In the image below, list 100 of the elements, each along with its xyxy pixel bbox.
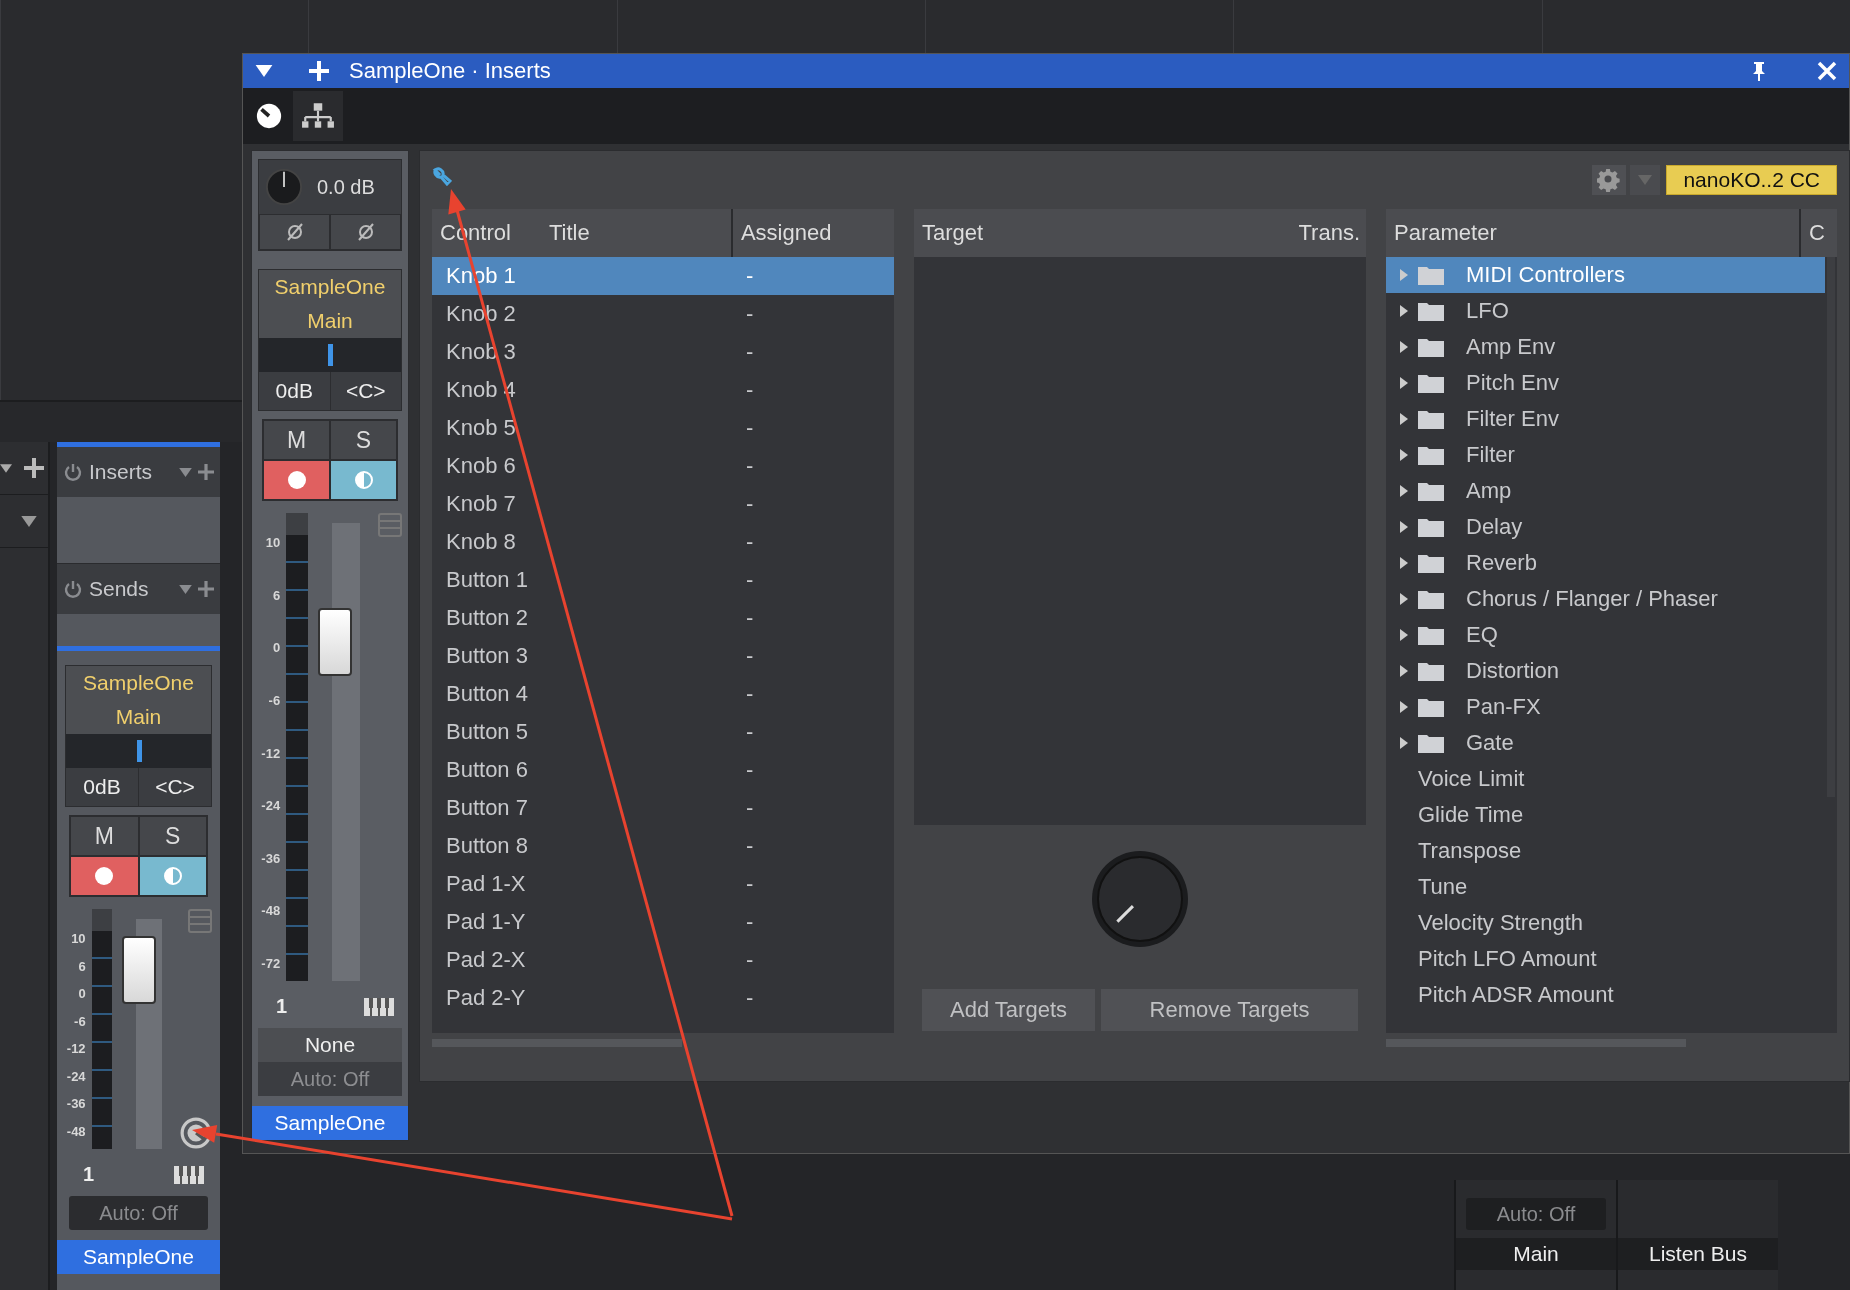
- tree-item[interactable]: Amp: [1386, 473, 1825, 509]
- plus-icon[interactable]: [309, 61, 329, 81]
- automation-mode[interactable]: Auto: Off: [1466, 1198, 1606, 1230]
- disclosure-triangle-icon[interactable]: [1400, 341, 1408, 353]
- tree-item[interactable]: Delay: [1386, 509, 1825, 545]
- tree-item[interactable]: Tune: [1386, 869, 1825, 905]
- channel-name[interactable]: SampleOne: [252, 1106, 408, 1140]
- device-selector[interactable]: nanoKO..2 CC: [1666, 165, 1837, 195]
- target-button[interactable]: Add Targets: [922, 989, 1095, 1031]
- column-header[interactable]: Target: [914, 220, 984, 246]
- tree-item[interactable]: Filter: [1386, 437, 1825, 473]
- tree-item[interactable]: Velocity Strength: [1386, 905, 1825, 941]
- disclosure-triangle-icon[interactable]: [1400, 521, 1408, 533]
- control-row[interactable]: Button 4 -: [432, 675, 894, 713]
- disclosure-triangle-icon[interactable]: [1400, 449, 1408, 461]
- tree-item[interactable]: Glide Time: [1386, 797, 1825, 833]
- pan-indicator[interactable]: [136, 740, 142, 762]
- tree-item[interactable]: EQ: [1386, 617, 1825, 653]
- control-row[interactable]: Knob 8 -: [432, 523, 894, 561]
- plus-icon[interactable]: [198, 464, 214, 480]
- channel-name[interactable]: Listen Bus: [1618, 1238, 1778, 1270]
- disclosure-triangle-icon[interactable]: [1400, 557, 1408, 569]
- control-row[interactable]: Knob 5 -: [432, 409, 894, 447]
- output-destination[interactable]: Main: [259, 304, 401, 338]
- channel-name[interactable]: SampleOne: [57, 1240, 220, 1274]
- caret-down-icon[interactable]: [20, 515, 38, 527]
- pan-slider[interactable]: [259, 338, 401, 372]
- caret-down-icon[interactable]: [0, 463, 12, 473]
- plus-icon[interactable]: [24, 458, 44, 478]
- control-row[interactable]: Pad 1-Y -: [432, 903, 894, 941]
- control-row[interactable]: Button 7 -: [432, 789, 894, 827]
- control-row[interactable]: Knob 6 -: [432, 447, 894, 485]
- horizontal-scrollbar[interactable]: [432, 1039, 682, 1047]
- disclosure-triangle-icon[interactable]: [1400, 701, 1408, 713]
- tree-item[interactable]: Distortion: [1386, 653, 1825, 689]
- control-row[interactable]: Button 2 -: [432, 599, 894, 637]
- tree-item[interactable]: Voice Limit: [1386, 761, 1825, 797]
- input-source[interactable]: None: [258, 1028, 402, 1062]
- channel-name[interactable]: Main: [1456, 1238, 1616, 1270]
- knob-icon[interactable]: [255, 102, 283, 130]
- monitor-button[interactable]: [138, 856, 207, 896]
- solo-button[interactable]: S: [138, 816, 207, 856]
- plus-icon[interactable]: [198, 581, 214, 597]
- caret-down-icon[interactable]: [179, 584, 192, 594]
- power-icon[interactable]: [63, 462, 83, 482]
- tree-item[interactable]: Chorus / Flanger / Phaser: [1386, 581, 1825, 617]
- disclosure-triangle-icon[interactable]: [1400, 665, 1408, 677]
- piano-keys-icon[interactable]: [172, 1164, 206, 1185]
- disclosure-triangle-icon[interactable]: [1400, 305, 1408, 317]
- tree-item[interactable]: Reverb: [1386, 545, 1825, 581]
- column-header[interactable]: Trans.: [1298, 220, 1366, 246]
- control-row[interactable]: Button 5 -: [432, 713, 894, 751]
- settings-button[interactable]: [1592, 165, 1627, 195]
- disclosure-triangle-icon[interactable]: [1400, 737, 1408, 749]
- disclosure-triangle-icon[interactable]: [1400, 629, 1408, 641]
- control-row[interactable]: Knob 7 -: [432, 485, 894, 523]
- phase-invert-button[interactable]: [259, 214, 330, 250]
- tree-item[interactable]: Gate: [1386, 725, 1825, 761]
- tree-item[interactable]: MIDI Controllers: [1386, 257, 1825, 293]
- disclosure-triangle-icon[interactable]: [1400, 593, 1408, 605]
- power-icon[interactable]: [63, 579, 83, 599]
- control-row[interactable]: Pad 2-Y -: [432, 979, 894, 1017]
- phase-invert-button[interactable]: [330, 214, 401, 250]
- record-button[interactable]: [70, 856, 139, 896]
- disclosure-triangle-icon[interactable]: [1400, 413, 1408, 425]
- tree-item[interactable]: Filter Env: [1386, 401, 1825, 437]
- caret-down-icon[interactable]: [179, 467, 192, 477]
- routing-button[interactable]: [293, 91, 343, 141]
- pan-slider[interactable]: [66, 734, 211, 768]
- column-header[interactable]: Assigned: [732, 220, 832, 246]
- close-icon[interactable]: [1817, 61, 1837, 81]
- control-row[interactable]: Pad 2-X -: [432, 941, 894, 979]
- control-row[interactable]: Button 8 -: [432, 827, 894, 865]
- mute-button[interactable]: M: [263, 420, 330, 460]
- disclosure-triangle-icon[interactable]: [1400, 485, 1408, 497]
- tree-item[interactable]: Pitch ADSR Amount: [1386, 977, 1825, 1013]
- output-destination[interactable]: Main: [66, 700, 211, 734]
- mute-button[interactable]: M: [70, 816, 139, 856]
- fader-handle[interactable]: [318, 608, 353, 677]
- monitor-button[interactable]: [330, 460, 397, 500]
- record-button[interactable]: [263, 460, 330, 500]
- solo-button[interactable]: S: [330, 420, 397, 460]
- wrench-icon[interactable]: [432, 166, 452, 186]
- send-destination[interactable]: SampleOne: [66, 666, 211, 700]
- target-button[interactable]: Remove Targets: [1101, 989, 1358, 1031]
- disclosure-triangle-icon[interactable]: [1400, 377, 1408, 389]
- piano-keys-icon[interactable]: [362, 996, 396, 1017]
- fader-handle[interactable]: [122, 935, 157, 1004]
- tree-item[interactable]: Amp Env: [1386, 329, 1825, 365]
- caret-down-icon[interactable]: [255, 65, 273, 77]
- control-row[interactable]: Button 3 -: [432, 637, 894, 675]
- control-row[interactable]: Pad 1-X -: [432, 865, 894, 903]
- automation-mode[interactable]: Auto: Off: [69, 1196, 208, 1230]
- control-row[interactable]: Button 1 -: [432, 561, 894, 599]
- column-header[interactable]: Parameter: [1386, 220, 1497, 246]
- pin-icon[interactable]: [1751, 61, 1767, 81]
- tree-item[interactable]: Pitch LFO Amount: [1386, 941, 1825, 977]
- vertical-scrollbar[interactable]: [1827, 257, 1835, 797]
- tree-item[interactable]: Pitch Env: [1386, 365, 1825, 401]
- send-destination[interactable]: SampleOne: [259, 270, 401, 304]
